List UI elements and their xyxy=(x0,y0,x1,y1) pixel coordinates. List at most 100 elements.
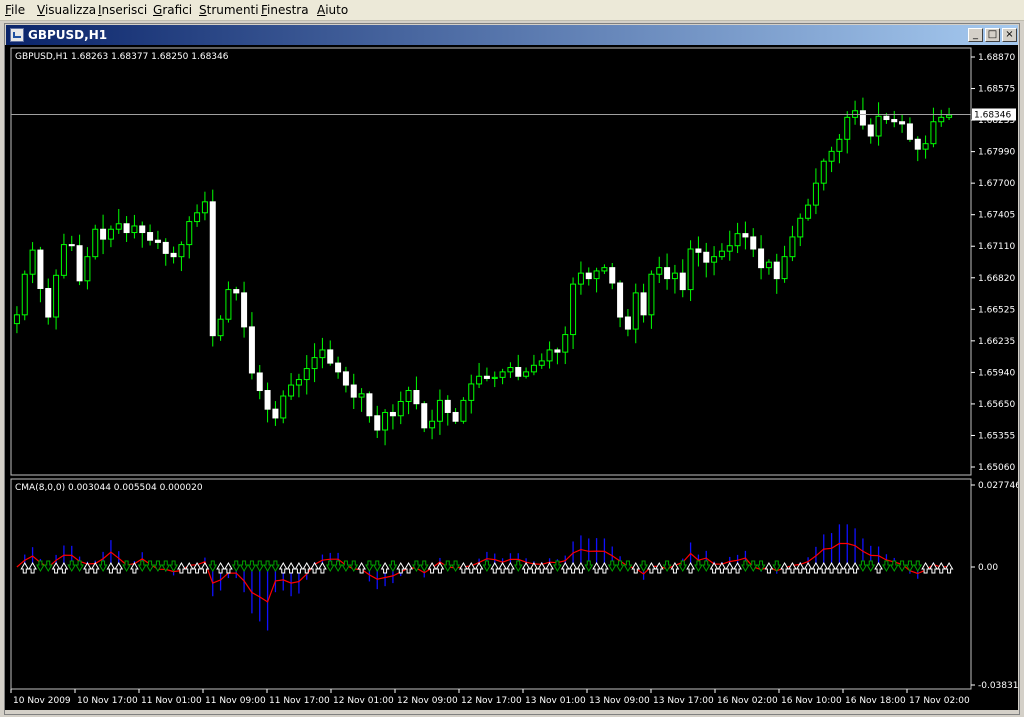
arrow-up-icon xyxy=(835,562,844,574)
candle-body xyxy=(718,250,725,258)
candle-body xyxy=(538,360,545,366)
candle-body xyxy=(21,273,28,316)
arrow-up-icon xyxy=(788,562,797,574)
candle-body xyxy=(45,287,52,318)
candle-body xyxy=(436,399,443,422)
candle-body xyxy=(327,349,334,364)
maximize-button[interactable]: □ xyxy=(985,28,1000,42)
candle-body xyxy=(366,393,373,417)
price-axis-label: 1.65650 xyxy=(978,400,1015,410)
arrow-up-icon xyxy=(647,562,656,574)
arrow-down-icon xyxy=(231,560,241,572)
candle-body xyxy=(201,201,208,214)
candle-body xyxy=(664,267,671,280)
candle-body xyxy=(781,256,788,280)
candle-body xyxy=(413,390,420,405)
menu-visualizza[interactable]: Visualizza xyxy=(37,3,96,17)
arrow-up-icon xyxy=(560,562,570,574)
price-axis-label: 1.67405 xyxy=(978,211,1015,221)
candle-body xyxy=(350,384,357,398)
candle-body xyxy=(499,371,506,378)
window-title: GBPUSD,H1 xyxy=(28,28,108,42)
candle-body xyxy=(115,223,122,230)
candle-body xyxy=(609,267,616,284)
current-price-label: 1.68346 xyxy=(974,110,1011,120)
candle-body xyxy=(750,236,757,250)
arrow-down-icon xyxy=(239,560,249,572)
candle-body xyxy=(765,261,772,269)
close-button[interactable]: × xyxy=(1002,28,1017,42)
arrow-up-icon xyxy=(819,562,829,574)
candle-body xyxy=(389,411,396,417)
candle-body xyxy=(335,362,342,373)
candle-body xyxy=(656,267,663,275)
candle-body xyxy=(100,228,107,240)
arrow-up-icon xyxy=(850,562,860,574)
arrow-up-icon xyxy=(51,562,61,574)
arrow-up-icon xyxy=(929,562,938,574)
window-titlebar[interactable]: GBPUSD,H1 _ □ × xyxy=(6,25,1018,45)
arrow-up-icon xyxy=(224,562,233,574)
chart-canvas[interactable]: 1.68870 1.68575 1.68235 1.67990 1.67700 1.674… xyxy=(5,45,1021,710)
time-axis-label: 11 Nov 01:00 xyxy=(141,696,202,706)
arrow-down-icon xyxy=(584,560,594,572)
candle-body xyxy=(139,225,146,234)
arrow-up-icon xyxy=(545,562,554,574)
candle-body xyxy=(844,116,851,140)
candle-body xyxy=(805,204,812,219)
arrow-up-icon xyxy=(498,562,507,574)
arrow-down-icon xyxy=(67,560,77,572)
arrow-up-icon xyxy=(177,562,186,574)
chart-svg[interactable]: 1.688701.685751.682351.679901.677001.674… xyxy=(5,45,1021,710)
arrow-down-icon xyxy=(882,560,891,572)
arrow-down-icon xyxy=(255,560,265,572)
minimize-button[interactable]: _ xyxy=(968,28,983,42)
candle-body xyxy=(452,411,459,422)
time-axis-label: 12 Nov 09:00 xyxy=(397,696,458,706)
menu-strumenti[interactable]: Strumenti xyxy=(199,3,259,17)
candle-body xyxy=(742,233,749,238)
candle-body xyxy=(311,357,318,370)
menu-finestra[interactable]: Finestra xyxy=(261,3,309,17)
candle-body xyxy=(84,256,91,282)
candle-body xyxy=(648,273,655,316)
time-axis-label: 12 Nov 01:00 xyxy=(333,696,394,706)
menu-grafici[interactable]: Grafici xyxy=(153,3,192,17)
price-axis-label: 1.67110 xyxy=(978,242,1015,252)
arrow-up-icon xyxy=(28,562,37,574)
arrow-up-icon xyxy=(568,562,578,574)
candle-body xyxy=(758,248,765,269)
candle-body xyxy=(820,160,827,184)
candle-body xyxy=(186,221,193,246)
arrow-up-icon xyxy=(200,562,210,574)
candle-body xyxy=(546,349,553,362)
arrow-up-icon xyxy=(936,562,946,574)
candle-body xyxy=(92,228,99,258)
arrow-up-icon xyxy=(631,562,641,574)
menu-file[interactable]: File xyxy=(5,3,25,17)
time-axis-label: 16 Nov 10:00 xyxy=(781,696,842,706)
arrow-up-icon xyxy=(459,562,468,574)
menu-aiuto[interactable]: Aiuto xyxy=(317,3,348,17)
candle-body xyxy=(460,399,467,422)
candle-body xyxy=(288,384,295,397)
arrow-down-icon xyxy=(866,560,876,572)
candle-body xyxy=(593,270,600,280)
candle-body xyxy=(726,245,733,252)
candle-body xyxy=(68,244,75,247)
candle-body xyxy=(515,366,522,377)
arrow-up-icon xyxy=(286,562,296,574)
arrow-down-icon xyxy=(365,560,374,572)
menu-inserisci[interactable]: Inserisci xyxy=(98,3,147,17)
candle-body xyxy=(922,143,929,150)
arrow-up-icon xyxy=(106,562,116,574)
arrow-down-icon xyxy=(694,560,703,572)
candle-body xyxy=(789,236,796,258)
candle-body xyxy=(695,248,702,253)
candle-body xyxy=(797,217,804,238)
arrow-up-icon xyxy=(725,562,735,574)
arrow-down-icon xyxy=(419,560,429,572)
arrow-down-icon xyxy=(443,560,453,572)
candle-body xyxy=(374,415,381,431)
arrow-up-icon xyxy=(944,562,954,574)
